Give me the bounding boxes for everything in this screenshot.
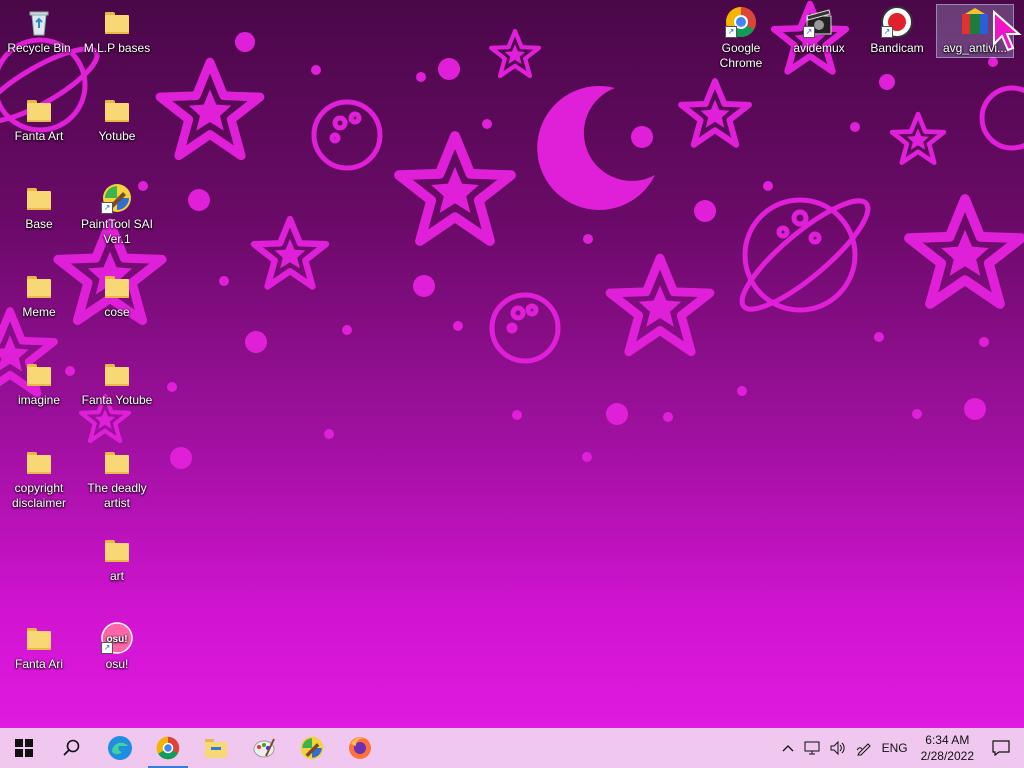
desktop-icon-folder[interactable]: cose bbox=[79, 264, 155, 320]
shortcut-arrow-icon: ↗ bbox=[803, 26, 815, 38]
desktop-icon-avidemux[interactable]: ↗ avidemux bbox=[781, 0, 857, 56]
desktop-icon-folder[interactable]: Yotube bbox=[79, 88, 155, 144]
wallpaper-dots bbox=[65, 32, 998, 469]
avidemux-icon: ↗ bbox=[803, 6, 835, 38]
icon-label: osu! bbox=[105, 657, 129, 671]
icon-label: copyright disclaimer bbox=[11, 481, 66, 510]
icon-label: Google Chrome bbox=[719, 41, 763, 70]
icon-label: Yotube bbox=[98, 129, 136, 143]
icon-label: Bandicam bbox=[870, 41, 924, 55]
shortcut-arrow-icon: ↗ bbox=[101, 202, 113, 214]
shortcut-arrow-icon: ↗ bbox=[725, 26, 737, 38]
icon-label: cose bbox=[104, 305, 130, 319]
system-tray: ENG 6:34 AM 2/28/2022 bbox=[777, 728, 1024, 768]
desktop-icon-google-chrome[interactable]: ↗ Google Chrome bbox=[703, 0, 779, 71]
wallpaper-moon bbox=[537, 85, 655, 210]
file-explorer-icon bbox=[205, 739, 227, 758]
icon-label: Fanta Yotube bbox=[81, 393, 153, 407]
start-button[interactable] bbox=[0, 728, 48, 768]
folder-icon bbox=[23, 94, 55, 126]
taskbar-edge[interactable] bbox=[96, 728, 144, 768]
notifications-button[interactable] bbox=[982, 728, 1024, 768]
desktop-icon-painttool-sai[interactable]: ↗ PaintTool SAI Ver.1 bbox=[79, 176, 155, 247]
folder-icon bbox=[101, 534, 133, 566]
network-icon bbox=[804, 741, 820, 755]
icon-label: Fanta Art bbox=[14, 129, 64, 143]
desktop-icon-osu[interactable]: osu! ↗ osu! bbox=[79, 616, 155, 672]
icon-label: imagine bbox=[17, 393, 61, 407]
pen-workspace-button[interactable] bbox=[851, 728, 877, 768]
desktop-icon-folder[interactable]: The deadly artist bbox=[79, 440, 155, 511]
taskbar-chrome[interactable] bbox=[144, 728, 192, 768]
speaker-icon bbox=[830, 741, 845, 755]
folder-icon bbox=[23, 270, 55, 302]
icon-label: Fanta Ari bbox=[14, 657, 64, 671]
bandicam-icon: ↗ bbox=[881, 6, 913, 38]
desktop-icon-folder[interactable]: Meme bbox=[1, 264, 77, 320]
desktop-icon-folder[interactable]: Fanta Ari bbox=[1, 616, 77, 672]
desktop-icon-recycle-bin[interactable]: Recycle Bin bbox=[1, 0, 77, 56]
icon-label: avidemux bbox=[793, 41, 845, 55]
folder-icon bbox=[101, 358, 133, 390]
recycle-bin-icon bbox=[23, 6, 55, 38]
desktop[interactable]: Recycle Bin Fanta Art Base Meme imagine … bbox=[0, 0, 1024, 728]
taskbar-firefox[interactable] bbox=[336, 728, 384, 768]
taskbar-painttool-sai[interactable] bbox=[288, 728, 336, 768]
desktop-icon-folder[interactable]: M.L.P bases bbox=[79, 0, 155, 56]
search-icon bbox=[63, 739, 80, 756]
paint-icon bbox=[253, 738, 275, 758]
show-hidden-icons-button[interactable] bbox=[777, 728, 799, 768]
clock[interactable]: 6:34 AM 2/28/2022 bbox=[913, 728, 982, 768]
desktop-icon-folder[interactable]: copyright disclaimer bbox=[1, 440, 77, 511]
icon-label: Base bbox=[25, 217, 53, 231]
firefox-icon bbox=[349, 737, 371, 759]
icon-label: Meme bbox=[22, 305, 56, 319]
desktop-icon-folder[interactable]: Fanta Yotube bbox=[79, 352, 155, 408]
network-button[interactable] bbox=[799, 728, 825, 768]
shortcut-arrow-icon: ↗ bbox=[101, 642, 113, 654]
icon-label: PaintTool SAI Ver.1 bbox=[80, 217, 154, 246]
folder-icon bbox=[101, 94, 133, 126]
chevron-up-icon bbox=[782, 745, 794, 752]
osu-icon: osu! ↗ bbox=[101, 622, 133, 654]
folder-icon bbox=[23, 182, 55, 214]
desktop-icon-folder[interactable]: Base bbox=[1, 176, 77, 232]
folder-icon bbox=[23, 358, 55, 390]
folder-icon bbox=[101, 446, 133, 478]
clock-time: 6:34 AM bbox=[925, 733, 970, 747]
mouse-cursor-icon bbox=[993, 10, 1022, 52]
icon-label: M.L.P bases bbox=[83, 41, 151, 55]
notification-icon bbox=[992, 740, 1010, 756]
folder-icon bbox=[23, 622, 55, 654]
pen-icon bbox=[856, 743, 871, 756]
desktop-icon-bandicam[interactable]: ↗ Bandicam bbox=[859, 0, 935, 56]
windows-logo-icon bbox=[15, 739, 33, 757]
chrome-icon: ↗ bbox=[725, 6, 757, 38]
volume-button[interactable] bbox=[825, 728, 851, 768]
icon-label: The deadly artist bbox=[87, 481, 147, 510]
desktop-icon-folder[interactable]: imagine bbox=[1, 352, 77, 408]
painttool-sai-icon bbox=[300, 736, 324, 760]
avg-antivirus-icon bbox=[959, 6, 991, 38]
desktop-icon-folder[interactable]: Fanta Art bbox=[1, 88, 77, 144]
search-button[interactable] bbox=[48, 728, 96, 768]
folder-icon bbox=[23, 446, 55, 478]
folder-icon bbox=[101, 270, 133, 302]
edge-icon bbox=[108, 736, 132, 760]
icon-label: art bbox=[109, 569, 124, 583]
taskbar-file-explorer[interactable] bbox=[192, 728, 240, 768]
chrome-icon bbox=[156, 736, 180, 760]
desktop-icon-folder[interactable]: art bbox=[79, 528, 155, 584]
painttool-sai-icon: ↗ bbox=[101, 182, 133, 214]
taskbar: ENG 6:34 AM 2/28/2022 bbox=[0, 728, 1024, 768]
shortcut-arrow-icon: ↗ bbox=[881, 26, 893, 38]
taskbar-paint[interactable] bbox=[240, 728, 288, 768]
clock-date: 2/28/2022 bbox=[920, 749, 974, 763]
input-language-button[interactable]: ENG bbox=[877, 728, 913, 768]
folder-icon bbox=[101, 6, 133, 38]
icon-label: Recycle Bin bbox=[7, 41, 71, 55]
